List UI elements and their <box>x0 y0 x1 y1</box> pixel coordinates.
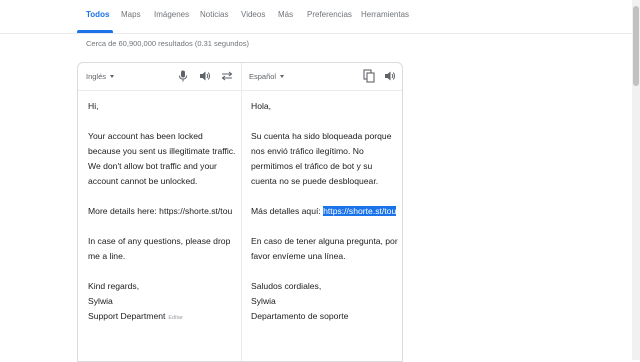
source-paragraph: Hi, <box>88 101 99 111</box>
translated-text: Hola, Su cuenta ha sido bloqueada porque… <box>251 99 399 339</box>
edit-link[interactable]: Editar <box>168 315 182 321</box>
tab-maps[interactable]: Maps <box>121 10 141 19</box>
target-paragraph: En caso de tener alguna pregunta, por fa… <box>251 236 398 261</box>
tab-imagenes[interactable]: Imágenes <box>154 10 189 19</box>
scrollbar-thumb[interactable] <box>633 6 639 86</box>
source-paragraph: In case of any questions, please drop me… <box>88 236 231 261</box>
microphone-icon[interactable] <box>178 70 188 82</box>
tools-link[interactable]: Herramientas <box>361 10 409 19</box>
copy-icon[interactable] <box>363 69 375 83</box>
preferences-link[interactable]: Preferencias <box>307 10 352 19</box>
swap-languages-icon[interactable] <box>221 71 233 81</box>
target-language-label: Español <box>249 72 277 81</box>
tab-mas[interactable]: Más <box>278 10 293 19</box>
details-prefix: Más detalles aquí: <box>251 206 324 216</box>
chevron-down-icon <box>110 75 115 78</box>
signoff-line: Saludos cordiales, <box>251 281 322 291</box>
target-signoff: Saludos cordiales, Sylwia Departamento d… <box>251 279 399 324</box>
source-text[interactable]: Hi, Your account has been locked because… <box>88 99 236 341</box>
tab-todos[interactable]: Todos <box>86 10 109 19</box>
source-signoff: Kind regards, Sylwia Support Department E… <box>88 279 236 326</box>
selected-link[interactable]: https://shorte.st/tou <box>323 206 397 216</box>
panel-divider <box>241 63 242 361</box>
signoff-line: Sylwia <box>251 296 276 306</box>
speaker-icon[interactable] <box>199 70 211 82</box>
search-tabs: Todos Maps Imágenes Noticias Videos Más … <box>0 0 632 34</box>
signoff-line: Departamento de soporte <box>251 311 349 321</box>
tab-videos[interactable]: Videos <box>241 10 265 19</box>
chevron-down-icon <box>280 75 285 78</box>
tab-noticias[interactable]: Noticias <box>200 10 228 19</box>
source-paragraph: More details here: https://shorte.st/tou <box>88 206 233 216</box>
signoff-line: Sylwia <box>88 296 113 306</box>
translator-card: Inglés Español Hi, Your account has been… <box>77 62 403 362</box>
speaker-icon[interactable] <box>384 70 396 82</box>
source-paragraph: Your account has been locked because you… <box>88 131 236 186</box>
target-language-select[interactable]: Español <box>249 72 285 81</box>
source-language-select[interactable]: Inglés <box>86 72 115 81</box>
target-details: Más detalles aquí: https://shorte.st/tou <box>251 204 399 219</box>
signoff-line: Support Department <box>88 311 166 321</box>
results-stats: Cerca de 60,900,000 resultados (0.31 seg… <box>86 39 250 48</box>
translator-header: Inglés Español <box>78 63 402 91</box>
target-paragraph: Su cuenta ha sido bloqueada porque nos e… <box>251 131 392 186</box>
target-paragraph: Hola, <box>251 101 272 111</box>
signoff-line: Kind regards, <box>88 281 140 291</box>
source-language-label: Inglés <box>86 72 107 81</box>
active-tab-indicator <box>77 30 113 33</box>
page-scrollbar[interactable] <box>632 0 640 360</box>
